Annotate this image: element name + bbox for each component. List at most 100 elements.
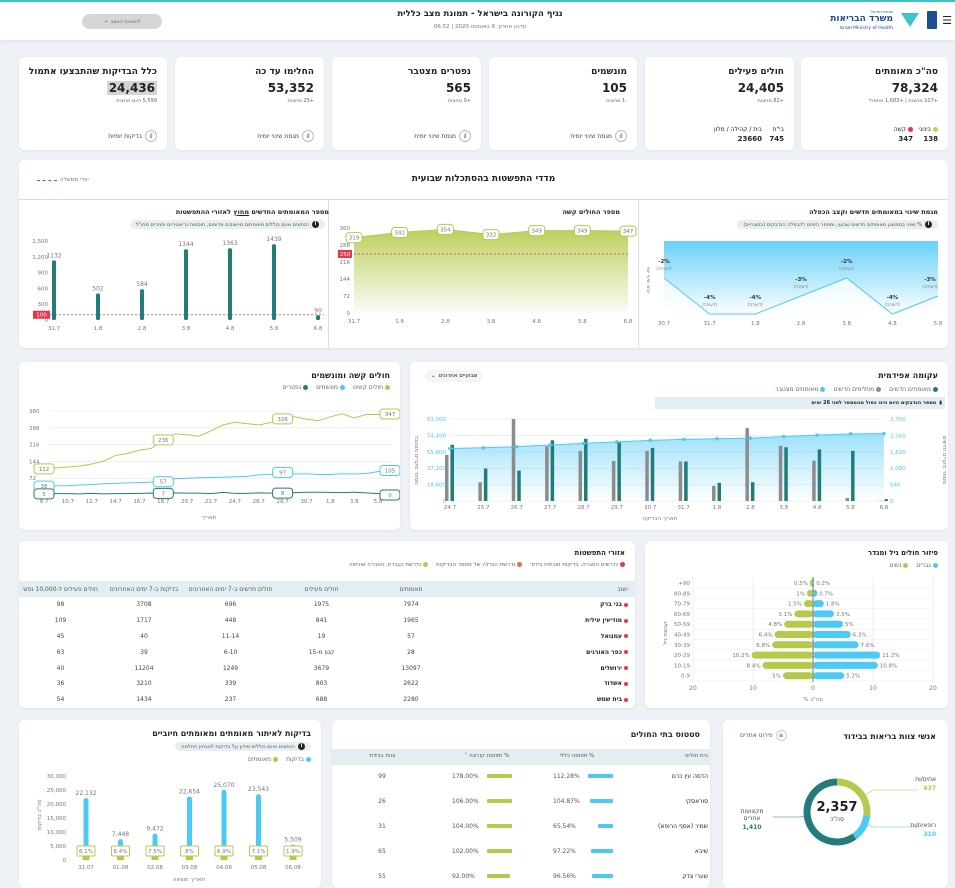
x-tick-label: 2.8: [441, 319, 450, 325]
table-row[interactable]: אשדוד 2622 803 339 3210 36: [19, 676, 635, 692]
dot-icon: [306, 757, 311, 762]
legend-item[interactable]: גברים: [916, 562, 938, 569]
cell-value: 2622: [403, 680, 419, 688]
kpi-breakdown-item: קשה 347: [894, 126, 913, 143]
legend-item[interactable]: חולים קשים: [353, 384, 390, 391]
legend-item[interactable]: בדיקות: [286, 756, 311, 763]
legend-item[interactable]: נפטרים: [282, 384, 309, 391]
table-row[interactable]: שמיר (אסף הרופא) 65.54% 104.00% 31: [332, 815, 710, 840]
column-header[interactable]: מאומתים: [368, 581, 454, 597]
column-header[interactable]: חולים פעילים ל-10,000 נפש: [19, 581, 102, 597]
x-tick-label: 20.7: [181, 499, 194, 505]
table-cell: 696: [186, 597, 275, 613]
men-bar: [813, 620, 843, 628]
star-icon: [901, 13, 919, 27]
positive-percent-label: 8%: [185, 849, 194, 855]
recovered-bar: [545, 446, 549, 501]
period-dropdown[interactable]: שבועיים אחרונים ⌄: [425, 370, 484, 382]
kpi-trend-link[interactable]: ıl בדיקות יומיות: [108, 130, 157, 142]
kpi-value: 24,436: [106, 81, 157, 95]
table-cell: קטן מ-15: [275, 644, 368, 660]
leader-line: [861, 789, 918, 798]
table-row[interactable]: מודיעין עילית 1965 841 448 1717 109: [19, 613, 635, 629]
table-cell: 1975: [275, 597, 368, 613]
legend-item[interactable]: נשים: [889, 562, 909, 569]
x-tick-label: 03.08: [182, 865, 198, 871]
kpi-trend-link[interactable]: ıl מגמת שינוי יומית: [257, 130, 314, 142]
hospital-name: שיבא: [694, 848, 708, 855]
confirmed-bar: [817, 449, 822, 501]
table-row[interactable]: ירושלים 13097 3679 1249 11204 40: [19, 660, 635, 676]
column-header[interactable]: צוות בבידוד: [352, 753, 412, 759]
tests-value-label: 22,132: [76, 790, 97, 797]
column-header[interactable]: חולים חדשים ב-7 ימים האחרונים: [186, 581, 275, 597]
y-tick-label: 20-29: [674, 653, 690, 659]
tests-value-label: 25,070: [214, 782, 235, 789]
x-tick-label: 31.7: [704, 321, 717, 327]
staff-isolation-value: 31: [378, 823, 386, 830]
table-cell: 3679: [275, 660, 368, 676]
kpi-trend-link[interactable]: ıl מגמת שינוי יומית: [414, 130, 471, 142]
table-row[interactable]: סוראסקי 104.87% 106.00% 26: [332, 790, 710, 815]
value-label: 349: [531, 229, 542, 235]
column-header[interactable]: % תפוסת קורונה ˄: [447, 753, 527, 759]
table-row[interactable]: שיבא 97.22% 102.00% 65: [332, 840, 710, 865]
nurses-label-group: אחים/ות 637: [915, 776, 936, 792]
x-tick-label: 2.8: [746, 505, 755, 511]
cell-value: 3210: [136, 680, 152, 688]
y-tick-label: 1,500: [32, 239, 48, 245]
positives-bar: [82, 856, 90, 860]
area: [354, 229, 629, 313]
table-row[interactable]: בני ברק 7974 1975 696 3708 98: [19, 597, 635, 613]
y-right-tick-label: 540: [890, 483, 901, 489]
legend-item[interactable]: מאומתים מצטבר: [775, 386, 826, 393]
table-row[interactable]: שערי צדק 96.56% 92.00% 55: [332, 865, 710, 888]
legend-item[interactable]: מאומתים: [248, 756, 279, 763]
table-cell: 45: [19, 629, 102, 645]
cell-value: קטן מ-15: [308, 648, 335, 656]
back-to-overview-button[interactable]: לתמונת המצב →: [82, 14, 162, 29]
legend-item[interactable]: מאומתים חדשים: [889, 386, 938, 393]
table-cell: 3210: [102, 676, 186, 692]
legend-label: מאומתים חדשים: [889, 386, 931, 393]
x-tick-label: 30.7: [658, 321, 671, 327]
y-tick-label: 300: [38, 302, 49, 308]
column-header[interactable]: % תפוסה כללי: [547, 753, 607, 759]
column-header[interactable]: בית חולים: [685, 753, 708, 759]
city-name: עמנואל: [600, 632, 622, 640]
table-row[interactable]: בית שמש 2280 688 237 1434 54: [19, 692, 635, 708]
legend-item[interactable]: מונשמים: [316, 384, 345, 391]
men-bar: [813, 579, 815, 587]
column-header[interactable]: בדיקות ב-7 ימים האחרונים: [102, 581, 186, 597]
hamburger-menu-icon[interactable]: ☰: [942, 14, 952, 27]
link-label: מגמת שינוי יומית: [414, 132, 456, 140]
positives-bar: [151, 856, 159, 860]
y-tick-label: 72: [343, 294, 350, 300]
confirmed-bar: [483, 468, 488, 501]
table-cell: 13097: [368, 660, 454, 676]
value-label: -3%: [795, 277, 807, 283]
general-occupancy-bar: [588, 774, 613, 778]
table-row[interactable]: עמנואל 57 19 11-14 40 45: [19, 629, 635, 645]
tests-value-label: 9,472: [146, 825, 163, 832]
table-cell: 6-10: [186, 644, 275, 660]
chevron-down-icon: ⌄: [431, 373, 436, 379]
legend-item[interactable]: מחלימים חדשים: [833, 386, 882, 393]
confirmed-bar: [550, 440, 555, 501]
table-row[interactable]: הדסה עין כרם 112.28% 178.00% 99: [332, 765, 710, 790]
cell-value: 6-10: [223, 648, 238, 656]
column-header[interactable]: חולים פעילים: [275, 581, 368, 597]
note-text: הנתונים אינם כוללים מאומתים מיישובים אדו…: [135, 221, 309, 228]
city-name: בית שמש: [596, 696, 622, 704]
table-row[interactable]: כפר האורנים 28 קטן מ-15 6-10 39 63: [19, 644, 635, 660]
value-label: 341: [394, 230, 405, 236]
legend-item: נדרשת הגדלה של מספר הבדיקות: [436, 562, 523, 568]
confirmed-bar: [750, 482, 755, 501]
kpi-trend-link[interactable]: ıl מגמת שינוי יומית: [570, 130, 627, 142]
cell-value: 448: [224, 617, 237, 625]
women-bar: [762, 661, 813, 669]
y-tick-label: 70-79: [674, 602, 690, 608]
value-label: 354: [440, 227, 451, 233]
column-header[interactable]: ישוב: [454, 581, 635, 597]
bar-value-label: 502: [92, 286, 104, 293]
